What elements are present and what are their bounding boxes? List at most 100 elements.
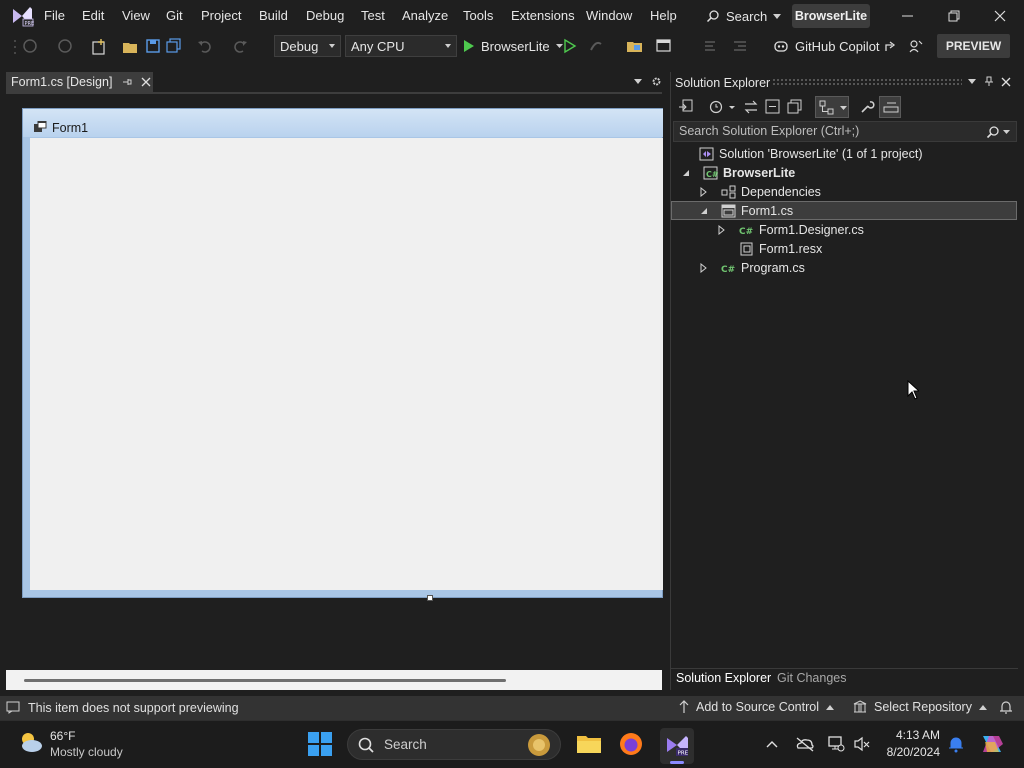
global-search-button[interactable]: Search (700, 4, 787, 28)
indent-icon[interactable] (732, 38, 750, 56)
browse-folder-icon[interactable] (626, 38, 644, 56)
tree-item-project-browserlite[interactable]: C# BrowserLite (671, 163, 1017, 182)
taskbar-visual-studio-button[interactable]: PRE (660, 728, 694, 764)
collapse-all-icon[interactable] (765, 99, 781, 114)
new-project-icon[interactable] (90, 38, 108, 56)
navigate-back-icon[interactable] (22, 38, 40, 56)
network-icon[interactable] (827, 735, 845, 753)
scrollbar-thumb[interactable] (24, 679, 506, 682)
menu-build[interactable]: Build (259, 8, 288, 23)
preview-selected-items-button[interactable] (879, 96, 901, 118)
tree-item-form1-resx[interactable]: Form1.resx (671, 239, 1017, 258)
auto-hide-pin-icon[interactable] (984, 76, 994, 87)
menu-git[interactable]: Git (166, 8, 183, 23)
undo-icon[interactable] (197, 38, 215, 56)
form-icon (721, 204, 737, 218)
tree-item-form1-designer-cs[interactable]: C# Form1.Designer.cs (671, 220, 1017, 239)
visual-studio-logo-icon[interactable]: PRE (10, 5, 34, 27)
collapsed-caret-icon[interactable] (699, 186, 709, 197)
show-all-files-icon[interactable] (787, 99, 803, 114)
form1-titlebar[interactable] (23, 109, 663, 137)
hot-reload-icon[interactable] (588, 38, 606, 56)
start-debugging-button[interactable]: BrowserLite (463, 37, 563, 55)
solution-configuration-dropdown[interactable]: Debug (274, 35, 341, 57)
solution-name-badge[interactable]: BrowserLite (792, 4, 870, 28)
tab-solution-explorer[interactable]: Solution Explorer (676, 671, 771, 685)
expanded-caret-icon[interactable] (699, 206, 709, 216)
copilot-app-icon[interactable] (979, 732, 1005, 756)
minimize-icon[interactable] (898, 6, 918, 26)
file-explorer-icon[interactable] (576, 732, 602, 756)
weather-temperature[interactable]: 66°F (50, 729, 75, 743)
github-copilot-button[interactable]: GitHub Copilot (773, 37, 880, 55)
tab-git-changes[interactable]: Git Changes (777, 671, 846, 685)
panel-drag-grip[interactable] (772, 78, 962, 86)
pending-changes-filter-icon[interactable] (709, 100, 735, 114)
search-options[interactable] (986, 125, 1010, 139)
menu-file[interactable]: File (44, 8, 65, 23)
switch-views-icon[interactable] (678, 98, 694, 114)
menu-tools[interactable]: Tools (463, 8, 493, 23)
firefox-icon[interactable] (619, 732, 645, 756)
menu-project[interactable]: Project (201, 8, 241, 23)
open-folder-icon[interactable] (122, 38, 140, 56)
navigate-forward-icon[interactable] (57, 38, 75, 56)
solution-explorer-search-input[interactable]: Search Solution Explorer (Ctrl+;) (673, 121, 1017, 142)
gear-icon[interactable] (651, 76, 662, 87)
notifications-bell-icon[interactable] (999, 700, 1013, 715)
menu-help[interactable]: Help (650, 8, 677, 23)
save-icon[interactable] (145, 38, 163, 56)
panel-options-dropdown-icon[interactable] (968, 79, 976, 84)
taskbar-clock-date[interactable]: 8/20/2024 (874, 745, 940, 759)
onedrive-offline-icon[interactable] (795, 736, 815, 752)
close-window-icon[interactable] (990, 6, 1010, 26)
weather-cloud-icon[interactable] (16, 730, 44, 754)
csharp-file-icon: C# (739, 223, 755, 237)
close-tab-icon[interactable] (141, 77, 151, 87)
menu-view[interactable]: View (122, 8, 150, 23)
close-panel-icon[interactable] (1001, 77, 1011, 87)
windows-start-icon[interactable] (308, 732, 332, 756)
collapsed-caret-icon[interactable] (717, 224, 727, 235)
menu-window[interactable]: Window (586, 8, 632, 23)
solution-platform-dropdown[interactable]: Any CPU (345, 35, 457, 57)
tree-item-program-cs[interactable]: C# Program.cs (671, 258, 1017, 277)
platform-value: Any CPU (351, 38, 405, 54)
tree-item-solution[interactable]: Solution 'BrowserLite' (1 of 1 project) (671, 144, 1017, 163)
menu-analyze[interactable]: Analyze (402, 8, 448, 23)
volume-muted-icon[interactable] (853, 735, 871, 753)
restore-icon[interactable] (944, 6, 964, 26)
feedback-icon[interactable] (908, 38, 926, 56)
menu-edit[interactable]: Edit (82, 8, 104, 23)
select-repository-button[interactable]: Select Repository (853, 700, 987, 714)
layout-icon[interactable] (656, 38, 674, 56)
expanded-caret-icon[interactable] (681, 168, 691, 178)
properties-wrench-icon[interactable] (859, 99, 875, 115)
redo-icon[interactable] (232, 38, 250, 56)
tab-list-dropdown-icon[interactable] (634, 79, 642, 84)
menu-extensions[interactable]: Extensions (511, 8, 575, 23)
tree-item-label: Program.cs (741, 260, 805, 275)
start-without-debugging-icon[interactable] (563, 38, 581, 56)
taskbar-search-box[interactable]: Search (347, 729, 561, 760)
form1-client-area[interactable] (30, 138, 663, 590)
share-icon[interactable] (883, 38, 901, 56)
pin-icon[interactable] (122, 77, 132, 87)
preview-badge[interactable]: PREVIEW (937, 34, 1010, 58)
collapsed-caret-icon[interactable] (699, 262, 709, 273)
document-tab-form1-design[interactable]: Form1.cs [Design] (6, 72, 153, 92)
menu-test[interactable]: Test (361, 8, 385, 23)
show-hidden-icons-chevron-icon[interactable] (766, 740, 778, 748)
weather-description[interactable]: Mostly cloudy (50, 745, 123, 759)
tree-item-form1-cs[interactable]: Form1.cs (671, 201, 1017, 220)
save-all-icon[interactable] (166, 38, 184, 56)
add-to-source-control-button[interactable]: Add to Source Control (679, 700, 834, 714)
file-nesting-button[interactable] (815, 96, 849, 118)
form-resize-handle[interactable] (427, 595, 433, 601)
menu-debug[interactable]: Debug (306, 8, 344, 23)
comment-icon[interactable] (702, 38, 720, 56)
sync-with-document-icon[interactable] (743, 100, 759, 114)
tree-item-dependencies[interactable]: Dependencies (671, 182, 1017, 201)
notification-bell-icon[interactable] (948, 736, 964, 753)
taskbar-clock-time[interactable]: 4:13 AM (880, 728, 940, 742)
